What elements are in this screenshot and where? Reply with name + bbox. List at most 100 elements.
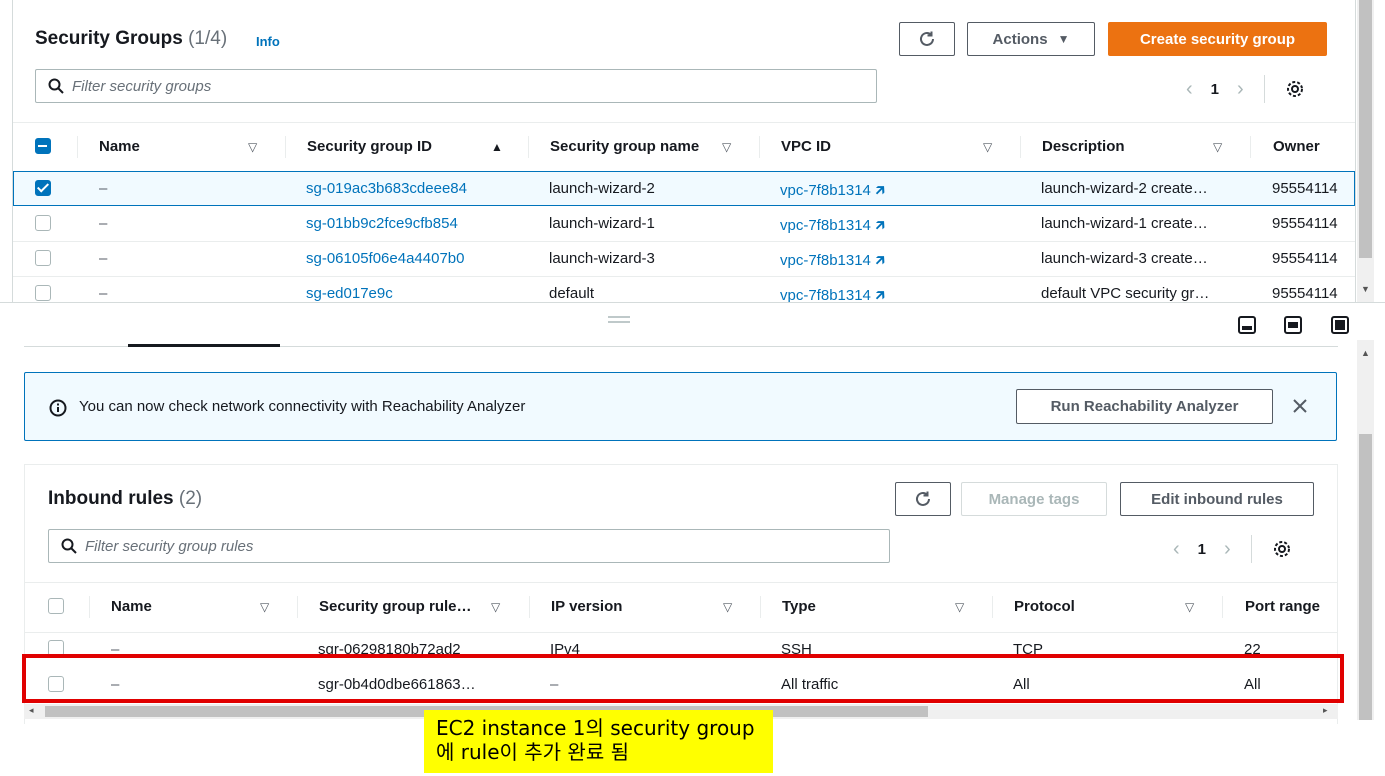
scroll-up-arrow-icon[interactable]: ▲ <box>1361 348 1370 358</box>
column-header-security-group-id[interactable]: Security group ID <box>307 138 432 155</box>
drag-handle-icon[interactable] <box>608 316 630 324</box>
split-view-bottom-icon[interactable] <box>1238 316 1256 334</box>
column-divider <box>297 596 298 618</box>
chevron-right-icon[interactable]: › <box>1224 538 1231 561</box>
sort-icon[interactable]: ▽ <box>955 600 964 614</box>
cell-name: – <box>99 285 108 302</box>
split-view-full-icon[interactable] <box>1331 316 1349 334</box>
security-group-id-link[interactable]: sg-01bb9c2fce9cfb854 <box>306 215 458 232</box>
caret-down-icon: ▼ <box>1057 32 1070 46</box>
column-header-name[interactable]: Name <box>111 598 152 615</box>
settings-gear-icon[interactable] <box>1272 539 1292 559</box>
security-group-id-link[interactable]: sg-06105f06e4a4407b0 <box>306 250 464 267</box>
sort-icon[interactable]: ▽ <box>723 600 732 614</box>
page-number[interactable]: 1 <box>1211 81 1219 98</box>
sort-icon[interactable]: ▽ <box>722 140 731 154</box>
select-all-checkbox[interactable] <box>48 598 64 614</box>
info-circle-icon <box>49 399 67 417</box>
column-header-port-range[interactable]: Port range <box>1245 598 1320 615</box>
scroll-right-arrow-icon[interactable]: ▸ <box>1323 705 1328 716</box>
cell-group-name: launch-wizard-2 <box>549 180 655 197</box>
cell-name: – <box>99 250 108 267</box>
edit-inbound-rules-button[interactable]: Edit inbound rules <box>1120 482 1314 516</box>
column-divider <box>77 136 78 158</box>
table-top-divider <box>13 122 1355 123</box>
column-header-owner[interactable]: Owner <box>1273 138 1320 155</box>
chevron-left-icon[interactable]: ‹ <box>1173 538 1180 561</box>
sort-ascending-icon[interactable]: ▲ <box>491 140 503 154</box>
row-checkbox[interactable] <box>35 250 51 266</box>
column-header-name[interactable]: Name <box>99 138 140 155</box>
chevron-left-icon[interactable]: ‹ <box>1186 78 1193 101</box>
lower-scrollbar-thumb[interactable] <box>1359 434 1372 720</box>
column-divider <box>992 596 993 618</box>
panel-border-right <box>1355 0 1356 302</box>
sort-icon[interactable]: ▽ <box>248 140 257 154</box>
panel-border-left <box>12 0 13 302</box>
row-divider <box>13 241 1355 242</box>
scrollbar-thumb[interactable] <box>1359 0 1372 258</box>
column-divider <box>1250 136 1251 158</box>
search-icon <box>48 78 64 94</box>
row-checkbox[interactable] <box>35 285 51 301</box>
column-divider <box>759 136 760 158</box>
column-header-vpc-id[interactable]: VPC ID <box>781 138 831 155</box>
security-groups-title: Security Groups (1/4) <box>35 28 228 49</box>
scroll-down-arrow-icon[interactable]: ▼ <box>1361 284 1370 294</box>
page-number[interactable]: 1 <box>1198 541 1206 558</box>
sort-icon[interactable]: ▽ <box>983 140 992 154</box>
annotation-line-2: 에 rule이 추가 완료 됨 <box>436 740 629 764</box>
scroll-left-arrow-icon[interactable]: ◂ <box>29 705 34 716</box>
active-tab-indicator[interactable] <box>128 344 280 347</box>
cell-owner: 95554114 <box>1272 250 1338 267</box>
column-header-ip-version[interactable]: IP version <box>551 598 622 615</box>
vpc-id-link[interactable]: vpc-7f8b1314 🡵 <box>780 285 885 302</box>
sort-icon[interactable]: ▽ <box>1185 600 1194 614</box>
chevron-right-icon[interactable]: › <box>1237 78 1244 101</box>
column-header-description[interactable]: Description <box>1042 138 1125 155</box>
inbound-rules-search-input[interactable]: Filter security group rules <box>48 529 890 563</box>
inbound-refresh-button[interactable] <box>895 482 951 516</box>
inbound-rules-pagination: ‹ 1 › <box>1173 535 1292 563</box>
run-reachability-analyzer-button[interactable]: Run Reachability Analyzer <box>1016 389 1273 424</box>
cell-description: launch-wizard-1 create… <box>1041 215 1208 232</box>
security-group-id-link[interactable]: sg-019ac3b683cdeee84 <box>306 180 467 197</box>
close-icon[interactable] <box>1292 398 1308 414</box>
pager-divider <box>1250 535 1252 563</box>
sort-icon[interactable]: ▽ <box>1213 140 1222 154</box>
split-view-side-icon[interactable] <box>1284 316 1302 334</box>
cell-owner: 95554114 <box>1272 180 1338 197</box>
column-divider <box>1020 136 1021 158</box>
cell-owner: 95554114 <box>1272 215 1338 232</box>
column-header-protocol[interactable]: Protocol <box>1014 598 1075 615</box>
manage-tags-button[interactable]: Manage tags <box>961 482 1107 516</box>
cell-description: launch-wizard-2 create… <box>1041 180 1208 197</box>
security-groups-search-input[interactable]: Filter security groups <box>35 69 877 103</box>
info-link[interactable]: Info <box>256 34 280 49</box>
security-group-id-link[interactable]: sg-ed017e9c <box>306 285 393 302</box>
column-header-type[interactable]: Type <box>782 598 816 615</box>
column-header-security-group-name[interactable]: Security group name <box>550 138 699 155</box>
external-link-icon: 🡵 <box>875 287 886 302</box>
row-checkbox[interactable] <box>35 215 51 231</box>
column-divider <box>1222 596 1223 618</box>
column-divider <box>529 596 530 618</box>
vpc-id-link[interactable]: vpc-7f8b1314 🡵 <box>780 250 885 275</box>
create-security-group-button[interactable]: Create security group <box>1108 22 1327 56</box>
vpc-id-link[interactable]: vpc-7f8b1314 🡵 <box>780 180 885 205</box>
select-all-checkbox[interactable] <box>35 138 51 154</box>
actions-button[interactable]: Actions ▼ <box>967 22 1095 56</box>
refresh-button[interactable] <box>899 22 955 56</box>
highlight-rectangle <box>22 654 1344 703</box>
split-divider <box>0 302 1385 303</box>
sort-icon[interactable]: ▽ <box>260 600 269 614</box>
cell-name: – <box>99 180 108 197</box>
settings-gear-icon[interactable] <box>1285 79 1305 99</box>
sort-icon[interactable]: ▽ <box>491 600 500 614</box>
row-checkbox[interactable] <box>35 180 51 196</box>
column-divider <box>760 596 761 618</box>
column-divider <box>528 136 529 158</box>
external-link-icon: 🡵 <box>875 252 886 269</box>
column-header-security-group-rule[interactable]: Security group rule… <box>319 598 472 615</box>
vpc-id-link[interactable]: vpc-7f8b1314 🡵 <box>780 215 885 240</box>
